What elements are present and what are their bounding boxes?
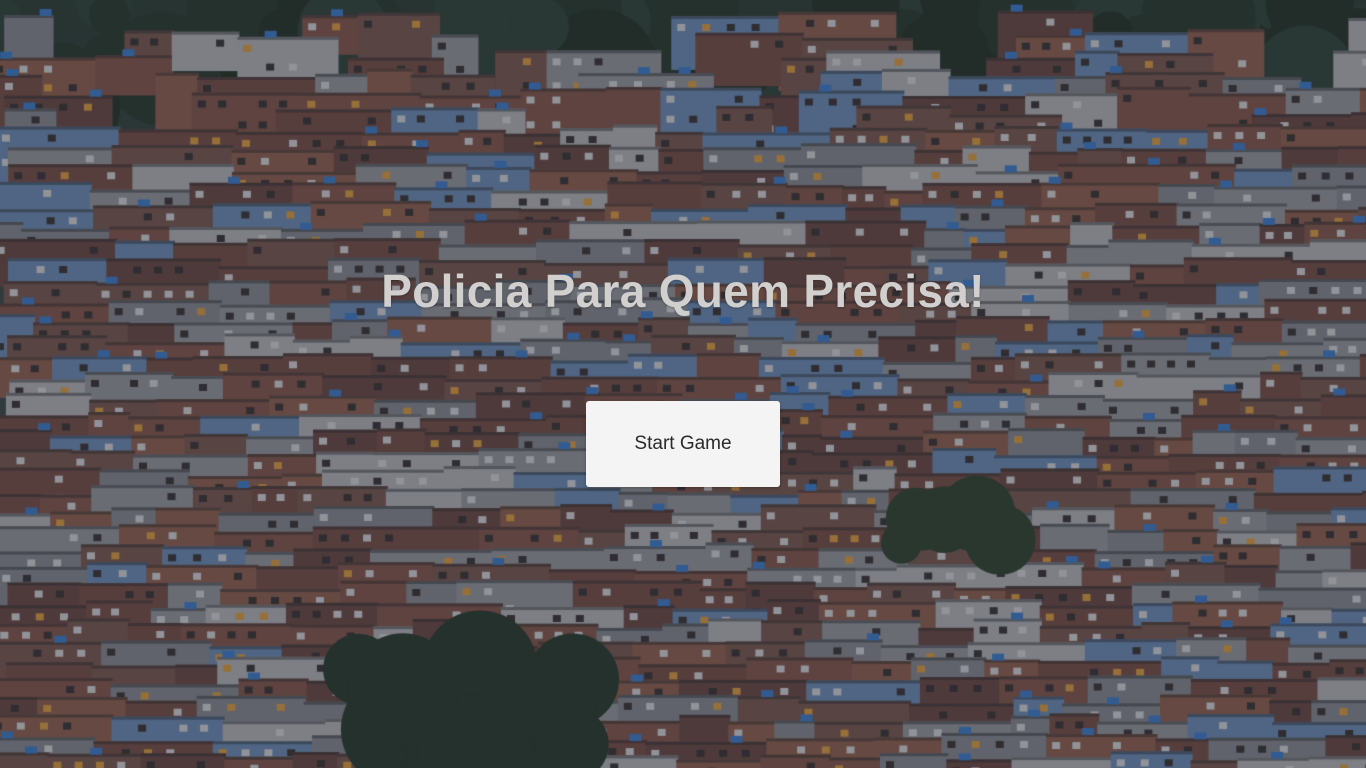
start-game-button[interactable]: Start Game [586,401,780,487]
background-dim-overlay [0,0,1366,768]
game-screen: Policia Para Quem Precisa! Start Game [0,0,1366,768]
game-title: Policia Para Quem Precisa! [381,265,985,317]
